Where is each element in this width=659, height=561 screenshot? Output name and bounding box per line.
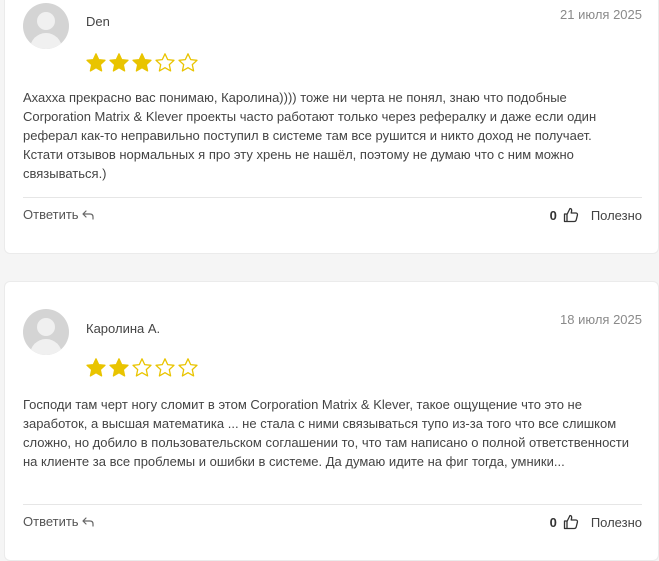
review-card: Den 21 июля 2025 Ахахха прекрасно вас по…	[4, 0, 659, 254]
rating-stars	[85, 357, 199, 379]
avatar-head	[37, 12, 55, 30]
reply-arrow-icon	[81, 516, 94, 527]
rating-stars	[85, 52, 199, 74]
star-filled-icon	[109, 53, 129, 72]
reply-button[interactable]: Ответить	[23, 207, 94, 222]
avatar-body	[30, 339, 62, 355]
star-empty-icon	[178, 53, 198, 72]
review-card: Каролина А. 18 июля 2025 Господи там чер…	[4, 281, 659, 561]
star-filled-icon	[86, 358, 106, 377]
review-text: Господи там черт ногу сломит в этом Corp…	[23, 397, 630, 469]
avatar	[23, 3, 69, 49]
thumbs-up-icon[interactable]	[563, 514, 579, 530]
reply-arrow-icon	[81, 209, 94, 220]
star-empty-icon	[132, 358, 152, 377]
reply-label: Ответить	[23, 514, 79, 529]
star-empty-icon	[155, 53, 175, 72]
like-count: 0	[549, 514, 557, 530]
divider	[23, 197, 642, 198]
review-author: Den	[86, 14, 110, 29]
review-text: Ахахха прекрасно вас понимаю, Каролина))…	[23, 90, 597, 181]
helpful-button[interactable]: Полезно	[591, 208, 642, 223]
review-date: 18 июля 2025	[560, 312, 642, 327]
helpful-button[interactable]: Полезно	[591, 515, 642, 530]
review-date: 21 июля 2025	[560, 7, 642, 22]
avatar	[23, 309, 69, 355]
star-filled-icon	[86, 53, 106, 72]
avatar-head	[37, 318, 55, 336]
star-filled-icon	[132, 53, 152, 72]
reply-button[interactable]: Ответить	[23, 514, 94, 529]
like-count: 0	[549, 207, 557, 223]
star-empty-icon	[155, 358, 175, 377]
like-controls: 0 Полезно	[550, 514, 642, 530]
thumbs-up-icon[interactable]	[563, 207, 579, 223]
reply-label: Ответить	[23, 207, 79, 222]
like-controls: 0 Полезно	[550, 207, 642, 223]
divider	[23, 504, 642, 505]
review-author: Каролина А.	[86, 321, 161, 336]
star-empty-icon	[178, 358, 198, 377]
star-filled-icon	[109, 358, 129, 377]
avatar-body	[30, 33, 62, 49]
